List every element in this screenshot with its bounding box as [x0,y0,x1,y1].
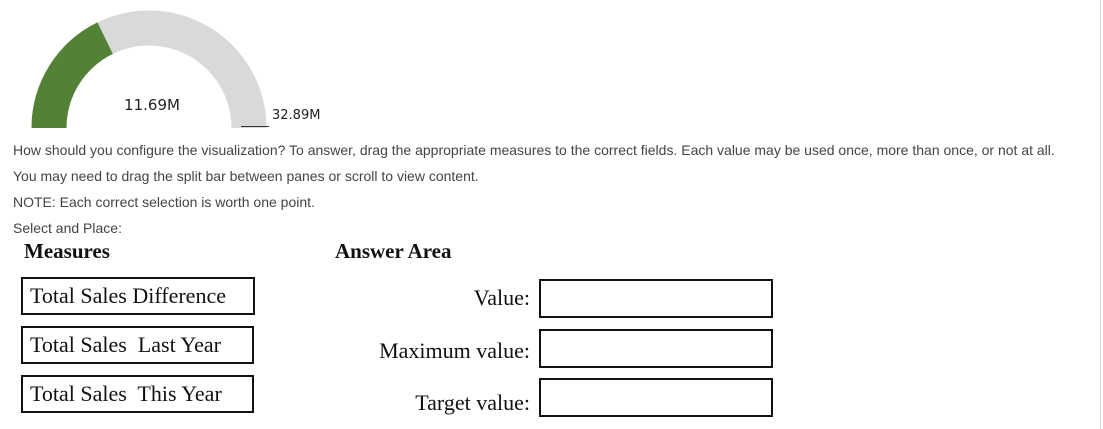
maximum-value-drop-target[interactable] [539,329,773,368]
instruction-line: How should you configure the visualizati… [13,142,1055,158]
target-value-field-label: Target value: [415,390,530,415]
gauge-value-label: 11.69M [124,96,180,114]
target-value-drop-target[interactable] [539,378,773,417]
instruction-line: You may need to drag the split bar betwe… [13,168,479,184]
gauge-chart [31,10,267,129]
gauge-max-tick [241,126,269,127]
panel-border [1100,0,1101,429]
answer-area-heading: Answer Area [335,239,452,263]
value-field-label: Value: [473,285,530,310]
gauge-fill [31,22,114,129]
gauge-max-label: 32.89M [272,108,321,123]
select-and-place-label: Select and Place: [13,220,122,236]
note-line: NOTE: Each correct selection is worth on… [13,194,315,210]
maximum-value-field-label: Maximum value: [379,338,530,363]
measures-heading: Measures [24,239,110,263]
value-drop-target[interactable] [539,279,773,318]
instructions: How should you configure the visualizati… [13,137,1055,241]
